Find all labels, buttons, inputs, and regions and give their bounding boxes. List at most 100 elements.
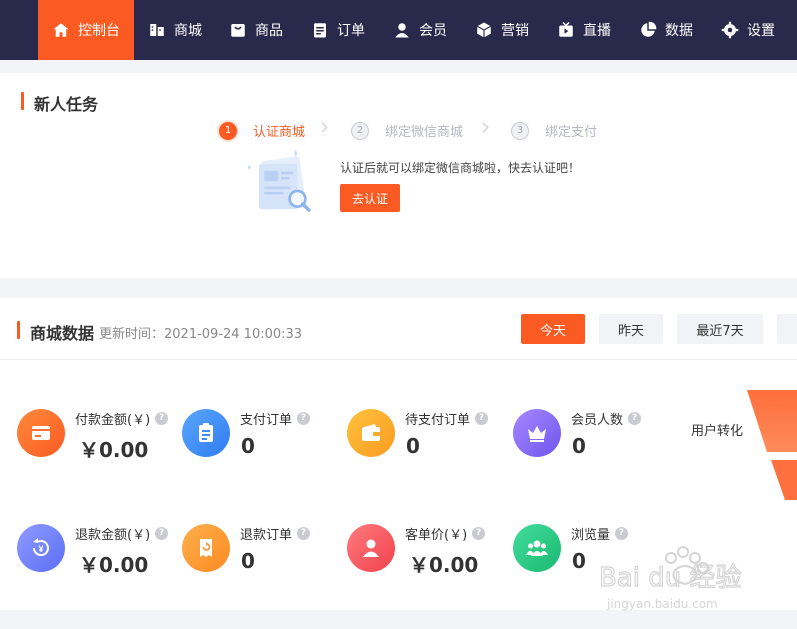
help-icon[interactable]: ? [155,412,169,425]
step-label: 绑定微信商城 [385,125,464,140]
nav-item-orders[interactable]: 订单 [311,0,365,60]
go-verify-button[interactable]: 去认证 [340,184,400,212]
chevron-right-icon [317,122,328,133]
nav-item-live[interactable]: 直播 [557,0,611,60]
metric-label: 支付订单 [240,413,293,428]
help-icon[interactable]: ? [628,412,642,425]
metric-label-wrap: 会员人数? [571,409,642,428]
nav-item-data[interactable]: 数据 [639,0,693,60]
step-label: 认证商城 [253,125,306,140]
metric-label: 退款订单 [240,528,293,543]
nav-item-label: 直播 [583,23,611,39]
shop-icon [150,24,164,36]
nav-item-dashboard[interactable]: 控制台 [38,0,134,60]
step-number: 3 [511,121,529,140]
nav-item-label: 会员 [419,23,447,39]
nav-item-label: 设置 [747,23,775,39]
top-navigation: 控制台 商城 商品 订单 会员 营销 直播 数据 设置 [0,0,797,60]
verify-hint-text: 认证后就可以绑定微信商城啦，快去认证吧！ [340,161,581,175]
metric-payment-amount: 付款金额(￥)? ￥0.00 [17,409,182,469]
help-icon[interactable]: ? [297,527,311,540]
help-icon[interactable]: ? [475,412,489,425]
metric-label: 付款金额(￥) [75,413,151,428]
data-icon [641,21,657,37]
metric-pending-orders: 待支付订单? 0 [347,409,512,469]
payment-card-icon [17,409,65,457]
nav-item-label: 控制台 [78,23,120,39]
metric-value: ￥0.00 [409,553,479,577]
metric-label: 客单价(￥) [405,528,468,543]
step-verify-shop[interactable]: 1 认证商城 [219,121,305,140]
metric-value: ￥0.00 [79,553,149,577]
help-icon[interactable]: ? [297,412,311,425]
metric-value: 0 [241,434,255,458]
wallet-icon [347,409,395,457]
metric-label-wrap: 客单价(￥)? [405,524,486,543]
marketing-icon [476,22,492,38]
funnel-layer-top [747,390,797,452]
metric-avg-order-value: 客单价(￥)? ￥0.00 [347,524,512,584]
goods-icon [231,24,245,37]
group-icon [513,524,561,572]
help-icon[interactable]: ? [472,527,486,540]
nav-item-goods[interactable]: 商品 [229,0,283,60]
metric-member-count: 会员人数? 0 [513,409,678,469]
clipboard-icon [182,409,230,457]
nav-item-shop[interactable]: 商城 [148,0,202,60]
watermark-text: Bai du 经验 [599,563,742,593]
step-number: 2 [351,121,369,140]
header-divider [0,359,797,360]
tab-more[interactable] [777,314,797,344]
step-bind-wechat[interactable]: 2 绑定微信商城 [351,121,463,140]
metric-refund-amount: ¥ 退款金额(￥)? ￥0.00 [17,524,182,584]
tab-today[interactable]: 今天 [521,314,585,344]
help-icon[interactable]: ? [155,527,169,540]
metric-label: 会员人数 [571,413,624,428]
user-icon [347,524,395,572]
nav-item-label: 商品 [255,23,283,39]
metric-label-wrap: 退款金额(￥)? [75,524,169,543]
baidu-jingyan-watermark: Bai du 经验 jingyan.baidu.com [598,546,742,611]
metric-paid-orders: 支付订单? 0 [182,409,347,469]
metric-label: 退款金额(￥) [75,528,151,543]
nav-item-settings[interactable]: 设置 [721,0,775,60]
metric-value: 0 [406,434,420,458]
metric-value: ￥0.00 [79,438,149,462]
tab-last-7-days[interactable]: 最近7天 [677,314,763,344]
metric-label: 待支付订单 [405,413,471,428]
funnel-layer-bottom [771,460,797,500]
new-tasks-card: 新人任务 1 认证商城 2 绑定微信商城 3 绑定支付 认证后就可以绑定微信商城… [0,73,797,278]
nav-item-label: 数据 [665,23,693,39]
metric-label-wrap: 待支付订单? [405,409,489,428]
update-time: 更新时间：2021-09-24 10:00:33 [99,327,303,342]
refund-icon: ¥ [17,524,65,572]
svg-text:¥: ¥ [38,544,43,554]
metric-value: 0 [572,434,586,458]
metric-label-wrap: 退款订单? [240,524,311,543]
metric-value: 0 [572,549,586,573]
metric-refund-orders: 退款订单? 0 [182,524,347,584]
settings-icon [721,21,739,39]
refund-order-icon [182,524,230,572]
order-icon [314,23,326,38]
step-label: 绑定支付 [545,125,598,140]
metric-label-wrap: 支付订单? [240,409,311,428]
metric-value: 0 [241,549,255,573]
help-icon[interactable]: ? [615,527,629,540]
conversion-funnel [747,390,797,500]
nav-item-label: 商城 [174,23,202,39]
nav-item-label: 订单 [337,23,365,39]
verify-illustration [247,149,311,212]
step-number: 1 [219,121,237,140]
step-bind-payment[interactable]: 3 绑定支付 [511,121,597,140]
new-tasks-title: 新人任务 [20,91,98,115]
crown-icon [513,409,561,457]
live-icon [559,21,573,37]
member-icon [395,23,409,38]
user-conversion-label: 用户转化 [691,424,744,439]
nav-item-members[interactable]: 会员 [393,0,447,60]
metric-label-wrap: 付款金额(￥)? [75,409,169,428]
shop-data-title: 商城数据 [16,320,94,344]
tab-yesterday[interactable]: 昨天 [599,314,663,344]
nav-item-marketing[interactable]: 营销 [475,0,529,60]
